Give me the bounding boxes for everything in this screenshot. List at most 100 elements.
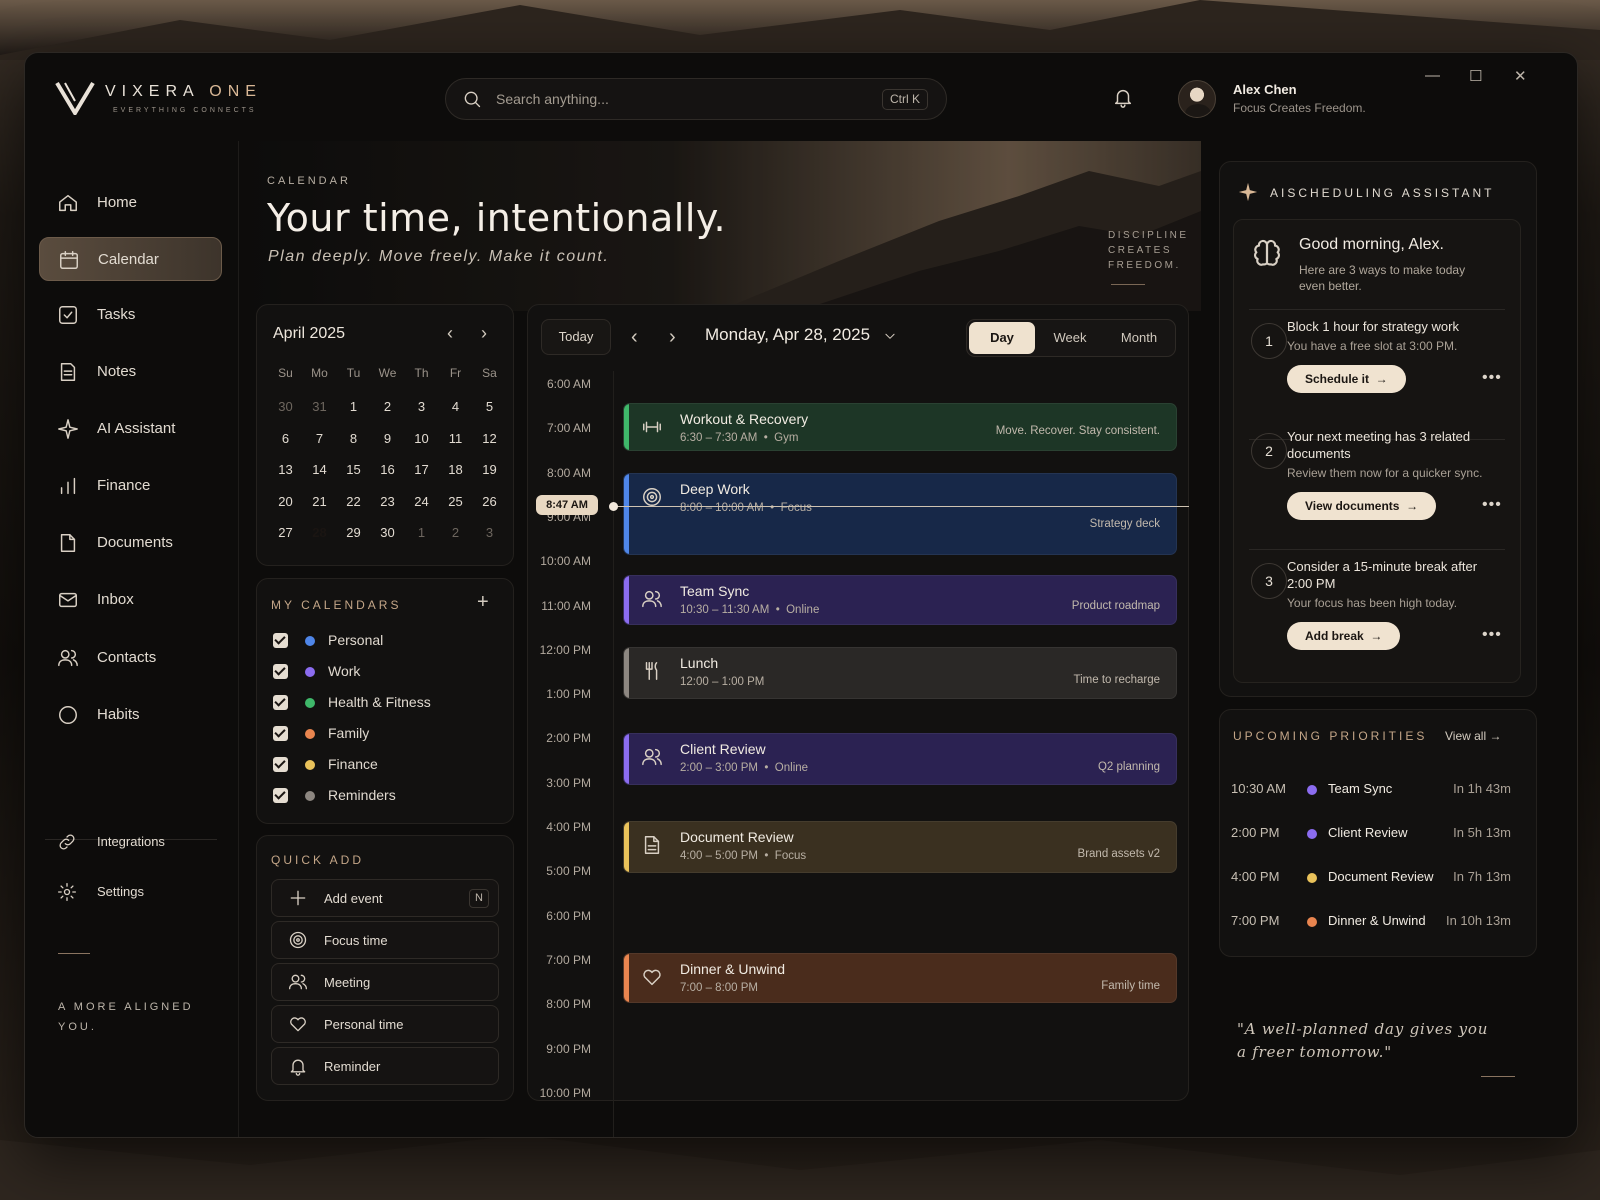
calendar-day[interactable]: 3 bbox=[405, 395, 438, 419]
upcoming-item[interactable]: 4:00 PM Document Review In 7h 13m bbox=[1231, 869, 1511, 889]
calendar-day[interactable]: 7 bbox=[303, 427, 336, 451]
checkbox[interactable] bbox=[273, 757, 288, 772]
current-date-dropdown[interactable]: Monday, Apr 28, 2025 bbox=[705, 325, 897, 345]
calendar-day[interactable]: 30 bbox=[269, 395, 302, 419]
calendar-day[interactable]: 3 bbox=[473, 521, 506, 545]
calendar-day[interactable]: 10 bbox=[405, 427, 438, 451]
more-options-button[interactable]: ••• bbox=[1482, 369, 1502, 387]
checkbox[interactable] bbox=[273, 726, 288, 741]
calendar-day[interactable]: 20 bbox=[269, 490, 302, 514]
more-options-button[interactable]: ••• bbox=[1482, 496, 1502, 514]
calendar-day[interactable]: 31 bbox=[303, 395, 336, 419]
tab-week[interactable]: Week bbox=[1037, 322, 1103, 354]
event-lunch[interactable]: Lunch 12:00 – 1:00 PM Time to recharge bbox=[623, 647, 1177, 699]
calendar-day[interactable]: 12 bbox=[473, 427, 506, 451]
next-day-button[interactable]: › bbox=[669, 326, 676, 349]
sidebar-item-settings[interactable]: Settings bbox=[39, 871, 222, 915]
tasks-icon bbox=[59, 306, 77, 324]
checkbox[interactable] bbox=[273, 664, 288, 679]
today-button[interactable]: Today bbox=[541, 319, 611, 355]
calendar-day[interactable]: 19 bbox=[473, 458, 506, 482]
calendar-day[interactable]: 28 bbox=[303, 517, 336, 548]
calendar-day[interactable]: 2 bbox=[439, 521, 472, 545]
close-button[interactable]: ✕ bbox=[1514, 67, 1527, 85]
minimize-button[interactable]: — bbox=[1425, 67, 1440, 84]
sidebar-item-habits[interactable]: Habits bbox=[39, 693, 222, 737]
event-client-review[interactable]: Client Review 2:00 – 3:00 PM • Online Q2 p… bbox=[623, 733, 1177, 785]
calendar-toggle-personal[interactable]: Personal bbox=[273, 631, 473, 651]
calendar-day[interactable]: 25 bbox=[439, 490, 472, 514]
avatar[interactable] bbox=[1178, 80, 1216, 118]
view-all-link[interactable]: View all → bbox=[1445, 729, 1501, 743]
personal-time-button[interactable]: Personal time bbox=[271, 1005, 499, 1043]
calendar-day[interactable]: 23 bbox=[371, 490, 404, 514]
tab-month[interactable]: Month bbox=[1105, 322, 1173, 354]
calendar-toggle-work[interactable]: Work bbox=[273, 662, 473, 682]
calendar-toggle-reminders[interactable]: Reminders bbox=[273, 786, 473, 806]
event-team-sync[interactable]: Team Sync 10:30 – 11:30 AM • Online Produc… bbox=[623, 575, 1177, 625]
event-workout-recovery[interactable]: Workout & Recovery 6:30 – 7:30 AM • Gym Mo… bbox=[623, 403, 1177, 451]
sidebar-item-home[interactable]: Home bbox=[39, 181, 222, 225]
tab-day[interactable]: Day bbox=[969, 322, 1035, 354]
upcoming-time: 10:30 AM bbox=[1231, 781, 1286, 796]
calendar-day[interactable]: 13 bbox=[269, 458, 302, 482]
suggestion-action-button[interactable]: Add break → bbox=[1287, 622, 1401, 650]
search-input[interactable]: Search anything... Ctrl K bbox=[445, 78, 947, 120]
calendar-toggle-finance[interactable]: Finance bbox=[273, 755, 473, 775]
sidebar-item-ai-assistant[interactable]: AI Assistant bbox=[39, 407, 222, 451]
sidebar-item-tasks[interactable]: Tasks bbox=[39, 293, 222, 337]
calendar-day[interactable]: 1 bbox=[405, 521, 438, 545]
checkbox[interactable] bbox=[273, 788, 288, 803]
sidebar-item-documents[interactable]: Documents bbox=[39, 521, 222, 565]
sidebar-item-inbox[interactable]: Inbox bbox=[39, 578, 222, 622]
calendar-day[interactable]: 26 bbox=[473, 490, 506, 514]
suggestion-action-button[interactable]: View documents → bbox=[1287, 492, 1437, 520]
calendar-day[interactable]: 16 bbox=[371, 458, 404, 482]
calendar-day[interactable]: 27 bbox=[269, 521, 302, 545]
calendar-day[interactable]: 8 bbox=[337, 427, 370, 451]
calendar-day[interactable]: 2 bbox=[371, 395, 404, 419]
reminder-button[interactable]: Reminder bbox=[271, 1047, 499, 1085]
mini-calendar-next-button[interactable]: › bbox=[481, 323, 487, 344]
suggestion-action-button[interactable]: Schedule it → bbox=[1287, 365, 1406, 393]
calendar-day[interactable]: 18 bbox=[439, 458, 472, 482]
more-options-button[interactable]: ••• bbox=[1482, 626, 1502, 644]
maximize-button[interactable]: ☐ bbox=[1469, 67, 1482, 85]
calendar-day[interactable]: 6 bbox=[269, 427, 302, 451]
checkbox[interactable] bbox=[273, 695, 288, 710]
calendar-day[interactable]: 22 bbox=[337, 490, 370, 514]
calendar-day[interactable]: 14 bbox=[303, 458, 336, 482]
event-document-review[interactable]: Document Review 4:00 – 5:00 PM • Focus Bra… bbox=[623, 821, 1177, 873]
calendar-toggle-health-fitness[interactable]: Health & Fitness bbox=[273, 693, 473, 713]
calendar-day[interactable]: 1 bbox=[337, 395, 370, 419]
event-deep-work[interactable]: Deep Work 8:00 – 10:00 AM • Focus Strategy… bbox=[623, 473, 1177, 555]
calendar-day[interactable]: 11 bbox=[439, 427, 472, 451]
sidebar-item-notes[interactable]: Notes bbox=[39, 350, 222, 394]
upcoming-item[interactable]: 7:00 PM Dinner & Unwind In 10h 13m bbox=[1231, 913, 1511, 933]
calendar-day[interactable]: 9 bbox=[371, 427, 404, 451]
add-event-button[interactable]: Add event N bbox=[271, 879, 499, 917]
upcoming-item[interactable]: 2:00 PM Client Review In 5h 13m bbox=[1231, 825, 1511, 845]
notifications-bell-icon[interactable] bbox=[1112, 86, 1134, 108]
calendar-day[interactable]: 29 bbox=[337, 521, 370, 545]
calendar-day[interactable]: 24 bbox=[405, 490, 438, 514]
sidebar-item-contacts[interactable]: Contacts bbox=[39, 636, 222, 680]
focus-time-button[interactable]: Focus time bbox=[271, 921, 499, 959]
calendar-day[interactable]: 21 bbox=[303, 490, 336, 514]
calendar-toggle-family[interactable]: Family bbox=[273, 724, 473, 744]
meeting-button[interactable]: Meeting bbox=[271, 963, 499, 1001]
prev-day-button[interactable]: ‹ bbox=[631, 326, 638, 349]
add-calendar-button[interactable]: + bbox=[477, 591, 489, 614]
calendar-day[interactable]: 17 bbox=[405, 458, 438, 482]
upcoming-item[interactable]: 10:30 AM Team Sync In 1h 43m bbox=[1231, 781, 1511, 801]
calendar-day[interactable]: 15 bbox=[337, 458, 370, 482]
sidebar-item-calendar[interactable]: Calendar bbox=[39, 237, 222, 281]
sidebar-item-finance[interactable]: Finance bbox=[39, 464, 222, 508]
event-dinner-unwind[interactable]: Dinner & Unwind 7:00 – 8:00 PM Family time bbox=[623, 953, 1177, 1003]
calendar-day[interactable]: 5 bbox=[473, 395, 506, 419]
mini-calendar-prev-button[interactable]: ‹ bbox=[447, 323, 453, 344]
sidebar-item-integrations[interactable]: Integrations bbox=[39, 821, 222, 865]
calendar-day[interactable]: 30 bbox=[371, 521, 404, 545]
checkbox[interactable] bbox=[273, 633, 288, 648]
calendar-day[interactable]: 4 bbox=[439, 395, 472, 419]
